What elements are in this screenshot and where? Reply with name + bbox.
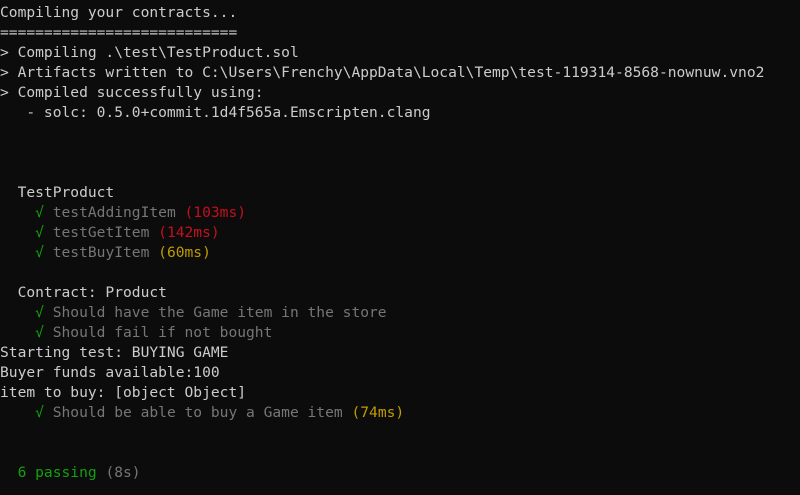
test-row: √ Should be able to buy a Game item (74m… — [0, 403, 800, 423]
test-name: testBuyItem — [43, 244, 150, 261]
test-row: √ testAddingItem (103ms) — [0, 203, 800, 223]
test-name: Should fail if not bought — [43, 324, 273, 341]
console-log-line: item to buy: [object Object] — [0, 384, 247, 401]
summary-line: 6 passing (8s) — [0, 463, 800, 483]
check-icon: √ — [0, 224, 44, 241]
compile-header: Compiling your contracts... — [0, 4, 238, 21]
test-row: √ Should fail if not bought — [0, 323, 800, 343]
suite-title-contract-product: Contract: Product — [0, 284, 167, 301]
check-icon: √ — [0, 244, 44, 261]
check-icon: √ — [0, 304, 44, 321]
compile-line-solc: - solc: 0.5.0+commit.1d4f565a.Emscripten… — [0, 104, 431, 121]
total-time: (8s) — [96, 464, 141, 481]
check-icon: √ — [0, 204, 44, 221]
test-duration: (60ms) — [149, 244, 211, 261]
compile-line-compiling: > Compiling .\test\TestProduct.sol — [0, 44, 299, 61]
passing-count: 6 passing — [0, 464, 97, 481]
compile-line-success: > Compiled successfully using: — [0, 84, 264, 101]
test-duration: (103ms) — [175, 204, 247, 221]
console-log-line: Starting test: BUYING GAME — [0, 344, 229, 361]
test-name: testAddingItem — [43, 204, 176, 221]
test-row: √ Should have the Game item in the store — [0, 303, 800, 323]
test-name: Should have the Game item in the store — [43, 304, 387, 321]
compile-separator: =========================== — [0, 24, 238, 41]
test-duration: (74ms) — [342, 404, 405, 421]
console-log-line: Buyer funds available:100 — [0, 364, 220, 381]
test-name: testGetItem — [43, 224, 150, 241]
terminal-window[interactable]: Compiling your contracts... ============… — [0, 0, 800, 495]
check-icon: √ — [0, 404, 44, 421]
suite-title-testproduct: TestProduct — [0, 184, 115, 201]
test-name: Should be able to buy a Game item — [43, 404, 343, 421]
test-row: √ testGetItem (142ms) — [0, 223, 800, 243]
check-icon: √ — [0, 324, 44, 341]
test-row: √ testBuyItem (60ms) — [0, 243, 800, 263]
test-duration: (142ms) — [149, 224, 220, 241]
compile-line-artifacts: > Artifacts written to C:\Users\Frenchy\… — [0, 64, 765, 81]
